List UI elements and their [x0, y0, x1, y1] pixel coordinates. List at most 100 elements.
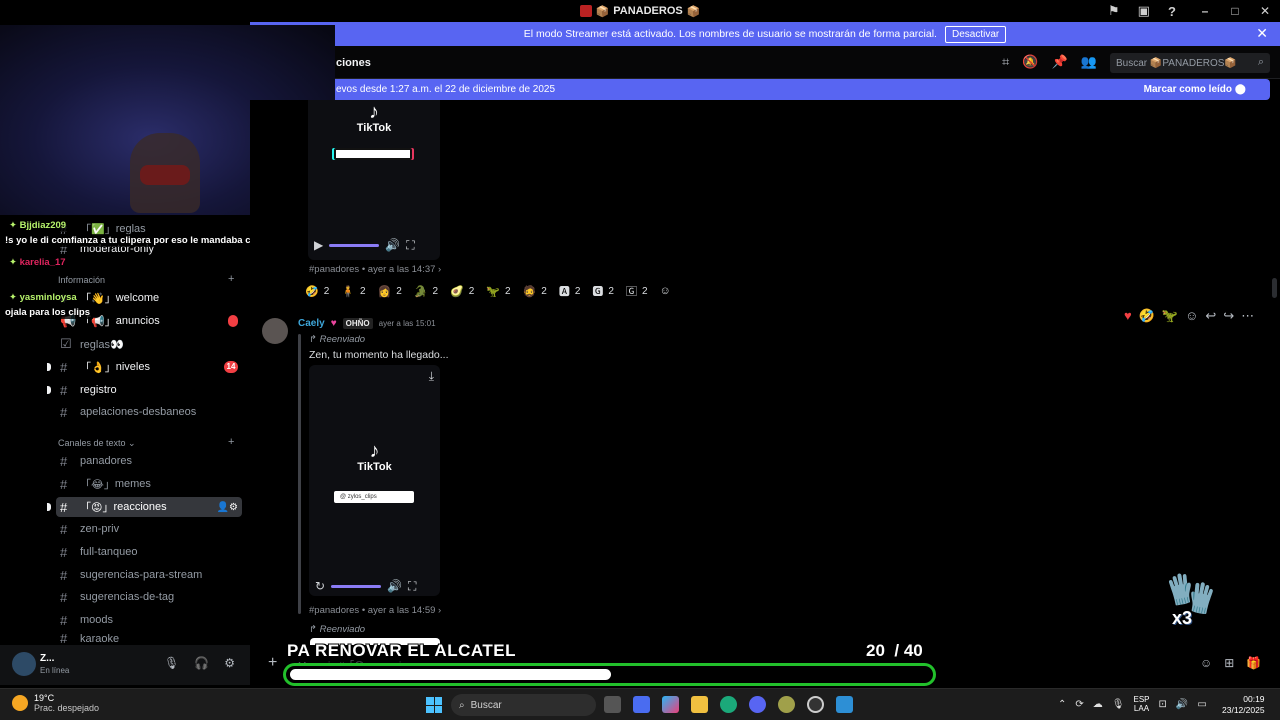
avatar[interactable] [262, 318, 288, 344]
reaction-chip[interactable]: 🄶 2 [623, 282, 651, 300]
replay-icon[interactable]: ↻ [315, 579, 325, 593]
add-reaction-icon[interactable]: ☺ [1185, 308, 1198, 324]
video-controls[interactable]: ▶ 🔊 ⛶ [314, 237, 434, 253]
network-icon[interactable]: ⊡ [1159, 699, 1167, 710]
headphones-icon[interactable]: 🎧 [194, 656, 209, 670]
forward-meta[interactable]: #panadores • ayer a las 14:59 › [309, 605, 441, 616]
inbox-icon[interactable]: ⚑ [1108, 3, 1120, 19]
help-icon[interactable]: ? [1168, 4, 1176, 19]
video-progress-slider[interactable] [329, 243, 380, 247]
category-canales-de-texto[interactable]: Canales de texto ⌄ [58, 438, 136, 449]
heart-reaction[interactable]: ♥ [1124, 308, 1132, 324]
more-icon[interactable]: ⋯ [1241, 308, 1254, 324]
play-icon[interactable]: ▶ [314, 238, 323, 252]
fullscreen-icon[interactable]: ⛶ [406, 238, 414, 253]
reaction-chip[interactable]: 🧍 2 [338, 282, 368, 300]
battery-icon[interactable]: ▭ [1197, 699, 1206, 710]
video-embed[interactable]: ♪ TikTok ▶ 🔊 ⛶ [308, 100, 440, 260]
microphone-icon[interactable]: 🎙 [164, 656, 179, 670]
sidebar-item-full-tanqueo[interactable]: # full-tanqueo [56, 542, 242, 562]
mark-as-read-button[interactable]: Marcar como leído ⬤ [1144, 84, 1246, 95]
add-channel-icon[interactable]: + [228, 273, 234, 285]
gear-icon[interactable]: ⚙ [224, 656, 235, 670]
reaction-chip[interactable]: 🥑 2 [447, 282, 477, 300]
close-icon[interactable]: ✕ [1256, 25, 1268, 42]
scrollbar-thumb[interactable] [1272, 278, 1277, 298]
pin-icon[interactable]: 📌 [1052, 54, 1068, 70]
channel-settings-icon[interactable]: 👤⚙ [217, 502, 238, 513]
language-indicator[interactable]: ESP LAA [1133, 695, 1149, 713]
volume-icon[interactable]: 🔊 [1176, 699, 1188, 710]
discord-icon[interactable] [749, 696, 766, 713]
reply-icon[interactable]: ↩ [1205, 308, 1216, 324]
emoji-icon[interactable]: ☺ [1200, 656, 1212, 670]
sidebar-item-karaoke[interactable]: # karaoke [56, 632, 242, 645]
taskbar-search[interactable]: ⌕ Buscar [451, 694, 596, 716]
obs-icon[interactable] [807, 696, 824, 713]
paint-icon[interactable] [836, 696, 853, 713]
weather-widget[interactable]: 19°C Prac. despejado [12, 693, 99, 713]
reaction-chip[interactable]: 👩 2 [375, 282, 405, 300]
forward-meta[interactable]: #panadores • ayer a las 14:37 › [309, 264, 441, 275]
sidebar-item-apelaciones[interactable]: # apelaciones-desbaneos [56, 402, 242, 422]
reaction-chip[interactable]: 🤣 2 [302, 282, 332, 300]
download-icon[interactable]: ⤓ [429, 369, 434, 384]
new-messages-bar[interactable]: evos desde 1:27 a.m. el 22 de diciembre … [300, 79, 1270, 100]
copilot-icon[interactable] [662, 696, 679, 713]
deactivate-button[interactable]: Desactivar [944, 25, 1007, 43]
onedrive-icon[interactable]: ☁ [1093, 699, 1103, 710]
laugh-reaction[interactable]: 🤣 [1139, 308, 1155, 324]
reaction-chip[interactable]: 🅶 2 [589, 282, 617, 300]
sidebar-item-niveles[interactable]: # 「👌」 niveles 14 [56, 357, 242, 377]
sidebar-item-reacciones[interactable]: # 「😡」 reacciones 👤⚙ [56, 497, 242, 517]
dino-reaction[interactable]: 🦖 [1162, 308, 1178, 324]
mute-icon[interactable]: 🔕 [1022, 54, 1038, 70]
video-progress-slider[interactable] [331, 584, 382, 588]
sidebar-item-registro[interactable]: # registro [56, 380, 242, 400]
sidebar-item-sugerencias-stream[interactable]: # sugerencias-para-stream [56, 565, 242, 585]
author-name[interactable]: Caely [298, 318, 325, 329]
clock[interactable]: 00:19 23/12/2025 [1222, 694, 1265, 716]
category-informacion[interactable]: Información [58, 275, 105, 285]
reaction-chip[interactable]: 🦖 2 [483, 282, 513, 300]
edge-icon[interactable] [720, 696, 737, 713]
chevron-up-icon[interactable]: ⌃ [1058, 699, 1066, 710]
sidebar-item-sugerencias-tag[interactable]: # sugerencias-de-tag [56, 587, 242, 607]
minimize-button[interactable]: – [1190, 4, 1220, 18]
task-view-icon[interactable] [604, 696, 621, 713]
reaction-chip[interactable]: 🐊 2 [411, 282, 441, 300]
close-button[interactable]: ✕ [1250, 4, 1280, 18]
sidebar-item-zen-priv[interactable]: # zen-priv [56, 519, 242, 539]
avatar[interactable] [12, 652, 36, 676]
file-explorer-icon[interactable] [691, 696, 708, 713]
volume-icon[interactable]: 🔊 [387, 579, 402, 593]
sidebar-item-welcome[interactable]: #「👋」welcome [56, 288, 242, 308]
reaction-chip[interactable]: 🧔 2 [520, 282, 550, 300]
sync-icon[interactable]: ⟳ [1075, 699, 1083, 710]
maximize-button[interactable]: □ [1220, 4, 1250, 18]
forward-icon[interactable]: ↪ [1223, 308, 1234, 324]
sidebar-item-reglas-eyes[interactable]: ☑ reglas👀 [56, 334, 242, 354]
reaction-chip[interactable]: 🅰 2 [556, 282, 584, 300]
attach-plus-icon[interactable]: + [268, 654, 277, 672]
gift-icon[interactable]: 🎁 [1246, 656, 1261, 670]
fullscreen-icon[interactable]: ⛶ [408, 579, 416, 594]
threads-icon[interactable]: ⌗ [1002, 54, 1009, 70]
app-icon[interactable] [778, 696, 795, 713]
mic-tray-icon[interactable]: 🎙 [1112, 699, 1125, 710]
sidebar-item-panadores[interactable]: # panadores [56, 451, 242, 471]
apps-icon[interactable]: ⊞ [1224, 656, 1234, 670]
search-input[interactable]: Buscar 📦PANADEROS📦 ⌕ [1110, 53, 1270, 73]
user-name[interactable]: Z... [40, 653, 54, 664]
volume-icon[interactable]: 🔊 [385, 238, 400, 252]
add-channel-icon[interactable]: + [228, 436, 234, 448]
video-controls[interactable]: ↻ 🔊 ⛶ [315, 578, 435, 594]
store-icon[interactable] [633, 696, 650, 713]
video-embed[interactable]: ⤓ ♪ TikTok @ zylos_clips ↻ 🔊 ⛶ [309, 365, 440, 596]
window-icon[interactable]: ▣ [1138, 3, 1150, 19]
start-button[interactable] [426, 697, 442, 713]
members-icon[interactable]: 👥 [1081, 54, 1097, 70]
sidebar-item-moods[interactable]: # moods [56, 610, 242, 630]
sidebar-item-memes[interactable]: # 「😂」 memes [56, 474, 242, 494]
add-reaction-icon[interactable]: ☺ [657, 282, 674, 300]
